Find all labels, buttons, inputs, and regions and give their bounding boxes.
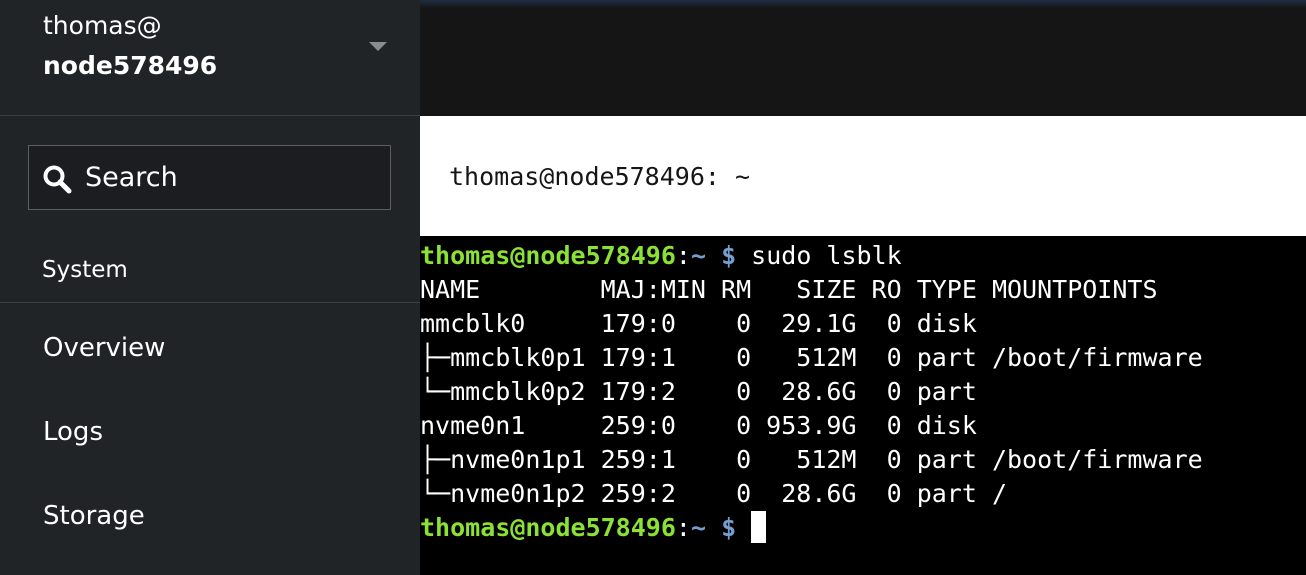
prompt-user: thomas@node578496 <box>420 241 676 270</box>
sidebar: thomas@ node578496 Search System Overvie… <box>0 0 420 575</box>
prompt-dollar: $ <box>721 513 737 542</box>
section-title-system: System <box>42 257 128 283</box>
terminal-cursor <box>751 511 767 543</box>
host-name-label: node578496 <box>43 51 218 80</box>
top-bar <box>420 0 1306 116</box>
prompt-dollar: $ <box>721 241 737 270</box>
prompt-path: ~ <box>690 241 706 270</box>
top-bar-accent <box>420 0 1306 8</box>
nav-item-logs[interactable]: Logs <box>0 403 420 473</box>
prompt-colon: : <box>675 241 691 270</box>
search-icon <box>43 165 72 194</box>
search-placeholder: Search <box>85 162 178 193</box>
terminal-output-line: mmcblk0 179:0 0 29.1G 0 disk <box>420 309 977 338</box>
nav-item-label: Logs <box>43 417 103 447</box>
terminal-header: thomas@node578496: ~ <box>420 116 1306 236</box>
prompt-colon: : <box>675 513 691 542</box>
nav-item-label: Overview <box>43 333 166 363</box>
terminal-output-line: ├─nvme0n1p1 259:1 0 512M 0 part /boot/fi… <box>420 445 1203 474</box>
nav-item-overview[interactable]: Overview <box>0 319 420 389</box>
terminal-command-line: thomas@node578496:~ $ sudo lsblk <box>420 239 902 273</box>
terminal[interactable]: thomas@node578496:~ $ sudo lsblk NAME MA… <box>420 236 1306 575</box>
search-input[interactable]: Search <box>28 145 391 210</box>
nav-item-label: Storage <box>43 501 145 531</box>
caret-down-icon <box>369 42 387 51</box>
terminal-command: sudo lsblk <box>736 241 902 270</box>
terminal-title: thomas@node578496: ~ <box>449 162 751 191</box>
terminal-prompt-line: thomas@node578496:~ $ <box>420 511 767 545</box>
divider <box>0 302 420 303</box>
terminal-output-line: └─mmcblk0p2 179:2 0 28.6G 0 part <box>420 377 977 406</box>
host-switcher[interactable]: thomas@ node578496 <box>0 0 420 116</box>
host-user-label: thomas@ <box>43 11 162 40</box>
prompt-user: thomas@node578496 <box>420 513 676 542</box>
terminal-output-line: ├─mmcblk0p1 179:1 0 512M 0 part /boot/fi… <box>420 343 1203 372</box>
nav-item-storage[interactable]: Storage <box>0 487 420 557</box>
terminal-output-line: nvme0n1 259:0 0 953.9G 0 disk <box>420 411 977 440</box>
terminal-output-line: NAME MAJ:MIN RM SIZE RO TYPE MOUNTPOINTS <box>420 275 1158 304</box>
terminal-output-line: └─nvme0n1p2 259:2 0 28.6G 0 part / <box>420 479 1007 508</box>
prompt-path: ~ <box>690 513 706 542</box>
